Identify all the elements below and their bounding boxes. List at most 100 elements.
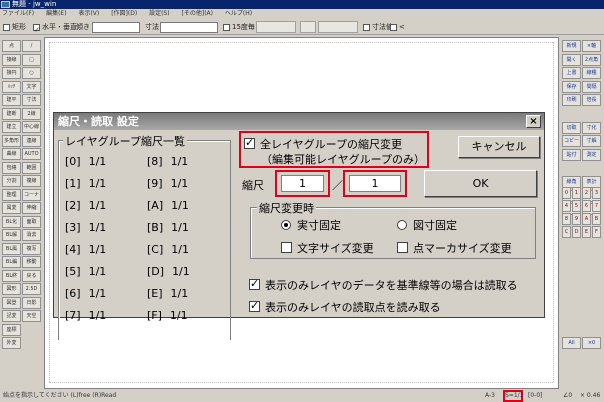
tool-button[interactable]: 線種 <box>582 67 601 79</box>
tool-button[interactable]: 新規 <box>562 40 581 52</box>
tool-button[interactable]: BL解 <box>2 229 21 241</box>
tool-button[interactable]: 文字 <box>22 80 41 93</box>
cancel-button[interactable]: キャンセル <box>458 136 540 158</box>
tool-button[interactable]: All <box>562 337 581 349</box>
tool-button[interactable]: 上書 <box>562 67 581 79</box>
menu-view[interactable]: 表示(V) <box>78 10 99 17</box>
layer-button[interactable]: 3 <box>592 187 601 199</box>
tool-button[interactable]: 分割 <box>2 175 21 187</box>
read-points-checkbox[interactable]: 表示のみレイヤの読取点を読み取る <box>249 299 441 315</box>
tool-button[interactable]: 寸化 <box>582 121 601 134</box>
ok-button[interactable]: OK <box>424 170 537 197</box>
text-size-change-checkbox[interactable]: 文字サイズ変更 <box>281 240 374 256</box>
scale-numerator-input[interactable]: 1 <box>281 175 324 192</box>
status-paper[interactable]: A-3 <box>485 390 495 402</box>
tool-button[interactable]: 接円 <box>2 67 21 79</box>
tool-button[interactable]: 点 <box>2 40 21 52</box>
tool-button[interactable]: 保存 <box>562 80 581 93</box>
tool-button[interactable]: / <box>22 40 41 52</box>
tool-button[interactable]: 日影 <box>22 296 41 309</box>
tool-button[interactable]: 建平 <box>2 94 21 106</box>
horizvert-checkbox[interactable]: 水平・垂直 <box>33 19 77 38</box>
status-angle[interactable]: ∠0 <box>563 390 572 402</box>
layer-button[interactable]: 1 <box>572 187 581 199</box>
status-scale[interactable]: S=1/1 <box>503 390 524 402</box>
tool-button[interactable]: コピー <box>562 135 581 147</box>
tool-button[interactable]: BL編 <box>2 256 21 268</box>
tool-button[interactable]: 倍長 <box>582 94 601 106</box>
tool-button[interactable]: ×0 <box>582 337 601 349</box>
layer-button[interactable]: F <box>592 226 601 238</box>
tool-button[interactable]: 2点角 <box>582 53 601 66</box>
layer-button[interactable]: 6 <box>582 200 591 212</box>
menu-file[interactable]: ファイル(F) <box>2 10 34 17</box>
tool-button[interactable]: 戻る <box>22 269 41 282</box>
tool-button[interactable]: 接線 <box>2 53 21 66</box>
tool-button[interactable]: 記変 <box>2 310 21 322</box>
tool-button[interactable]: BL属 <box>2 242 21 255</box>
tool-button[interactable]: □ <box>22 53 41 66</box>
layer-button[interactable]: 2 <box>582 187 591 199</box>
tool-button[interactable]: 複線 <box>22 175 41 187</box>
status-group[interactable]: [0-0] <box>528 390 542 402</box>
point-button[interactable] <box>256 21 296 33</box>
tool-button[interactable]: 2.5D <box>22 283 41 295</box>
tool-button[interactable]: BL化 <box>2 215 21 228</box>
tool-button[interactable]: BL終 <box>2 269 21 282</box>
layer-button[interactable]: E <box>582 226 591 238</box>
menu-help[interactable]: ヘルプ(H) <box>225 10 252 17</box>
tool-button[interactable]: ×軸 <box>582 40 601 52</box>
status-zoom[interactable]: × 0.46 <box>580 390 600 402</box>
tool-button[interactable]: 貼付 <box>562 148 581 161</box>
tool-button[interactable]: 間隔 <box>582 80 601 93</box>
tool-button[interactable]: 中心線 <box>22 121 41 133</box>
layer-button[interactable]: 7 <box>592 200 601 212</box>
tool-button[interactable]: 属変 <box>2 202 21 214</box>
tool-button[interactable]: 開く <box>562 53 581 66</box>
read-display-only-checkbox[interactable]: 表示のみレイヤのデータを基準線等の場合は読取る <box>249 277 518 293</box>
tool-button[interactable]: 図形 <box>2 283 21 295</box>
dimval-checkbox[interactable]: 寸法値 <box>363 19 393 35</box>
tool-button[interactable]: 外変 <box>2 337 21 349</box>
tool-button[interactable]: 図登 <box>2 296 21 309</box>
tool-button[interactable]: 印刷 <box>562 94 581 106</box>
tool-button[interactable]: 伸縮 <box>22 202 41 214</box>
dimension-combo[interactable] <box>160 22 218 33</box>
layer-button[interactable]: 8 <box>562 213 571 225</box>
layer-button[interactable]: 4 <box>562 200 571 212</box>
tool-button[interactable]: ○ <box>22 67 41 79</box>
arrow-mode-button[interactable] <box>318 21 358 33</box>
menu-draw[interactable]: [作図](D) <box>111 10 137 17</box>
tool-button[interactable]: 複写 <box>22 242 41 255</box>
tool-button[interactable]: AUTO <box>22 148 41 160</box>
tool-button[interactable]: 範囲 <box>22 161 41 174</box>
tool-button[interactable]: 包絡 <box>2 161 21 174</box>
point-marker-size-checkbox[interactable]: 点マーカサイズ変更 <box>397 240 512 256</box>
misc-checkbox[interactable]: < <box>390 19 405 35</box>
tool-button[interactable]: 切取 <box>562 121 581 134</box>
tool-button[interactable]: 連線 <box>22 134 41 147</box>
tool-button[interactable]: 測定 <box>582 148 601 161</box>
tool-button[interactable]: 建立 <box>2 121 21 133</box>
layer-button[interactable]: D <box>572 226 581 238</box>
tool-button[interactable]: コーナー <box>22 188 41 201</box>
tool-button[interactable]: 曲線 <box>2 148 21 160</box>
layer-button[interactable]: 9 <box>572 213 581 225</box>
layer-button[interactable]: 5 <box>572 200 581 212</box>
menu-other[interactable]: [その他](A) <box>182 10 213 17</box>
tool-button[interactable]: 多角形 <box>2 134 21 147</box>
drawing-size-radio[interactable]: 図寸固定 <box>397 217 457 233</box>
layer-button[interactable]: C <box>562 226 571 238</box>
tool-button[interactable]: 建断 <box>2 107 21 120</box>
menu-edit[interactable]: 編集(E) <box>46 10 66 17</box>
tool-button[interactable]: 寸法 <box>22 94 41 106</box>
tool-button[interactable]: 移動 <box>22 256 41 268</box>
layer-button[interactable]: B <box>592 213 601 225</box>
close-icon[interactable]: × <box>526 115 541 128</box>
arrow-button[interactable] <box>300 21 316 33</box>
scale-denominator-input[interactable]: 1 <box>349 175 401 192</box>
tool-button[interactable]: 整理 <box>2 188 21 201</box>
deg15-checkbox[interactable]: 15度毎 <box>223 19 255 35</box>
tool-button[interactable]: ﾊｯﾁ <box>2 80 21 93</box>
actual-size-radio[interactable]: 実寸固定 <box>281 217 341 233</box>
